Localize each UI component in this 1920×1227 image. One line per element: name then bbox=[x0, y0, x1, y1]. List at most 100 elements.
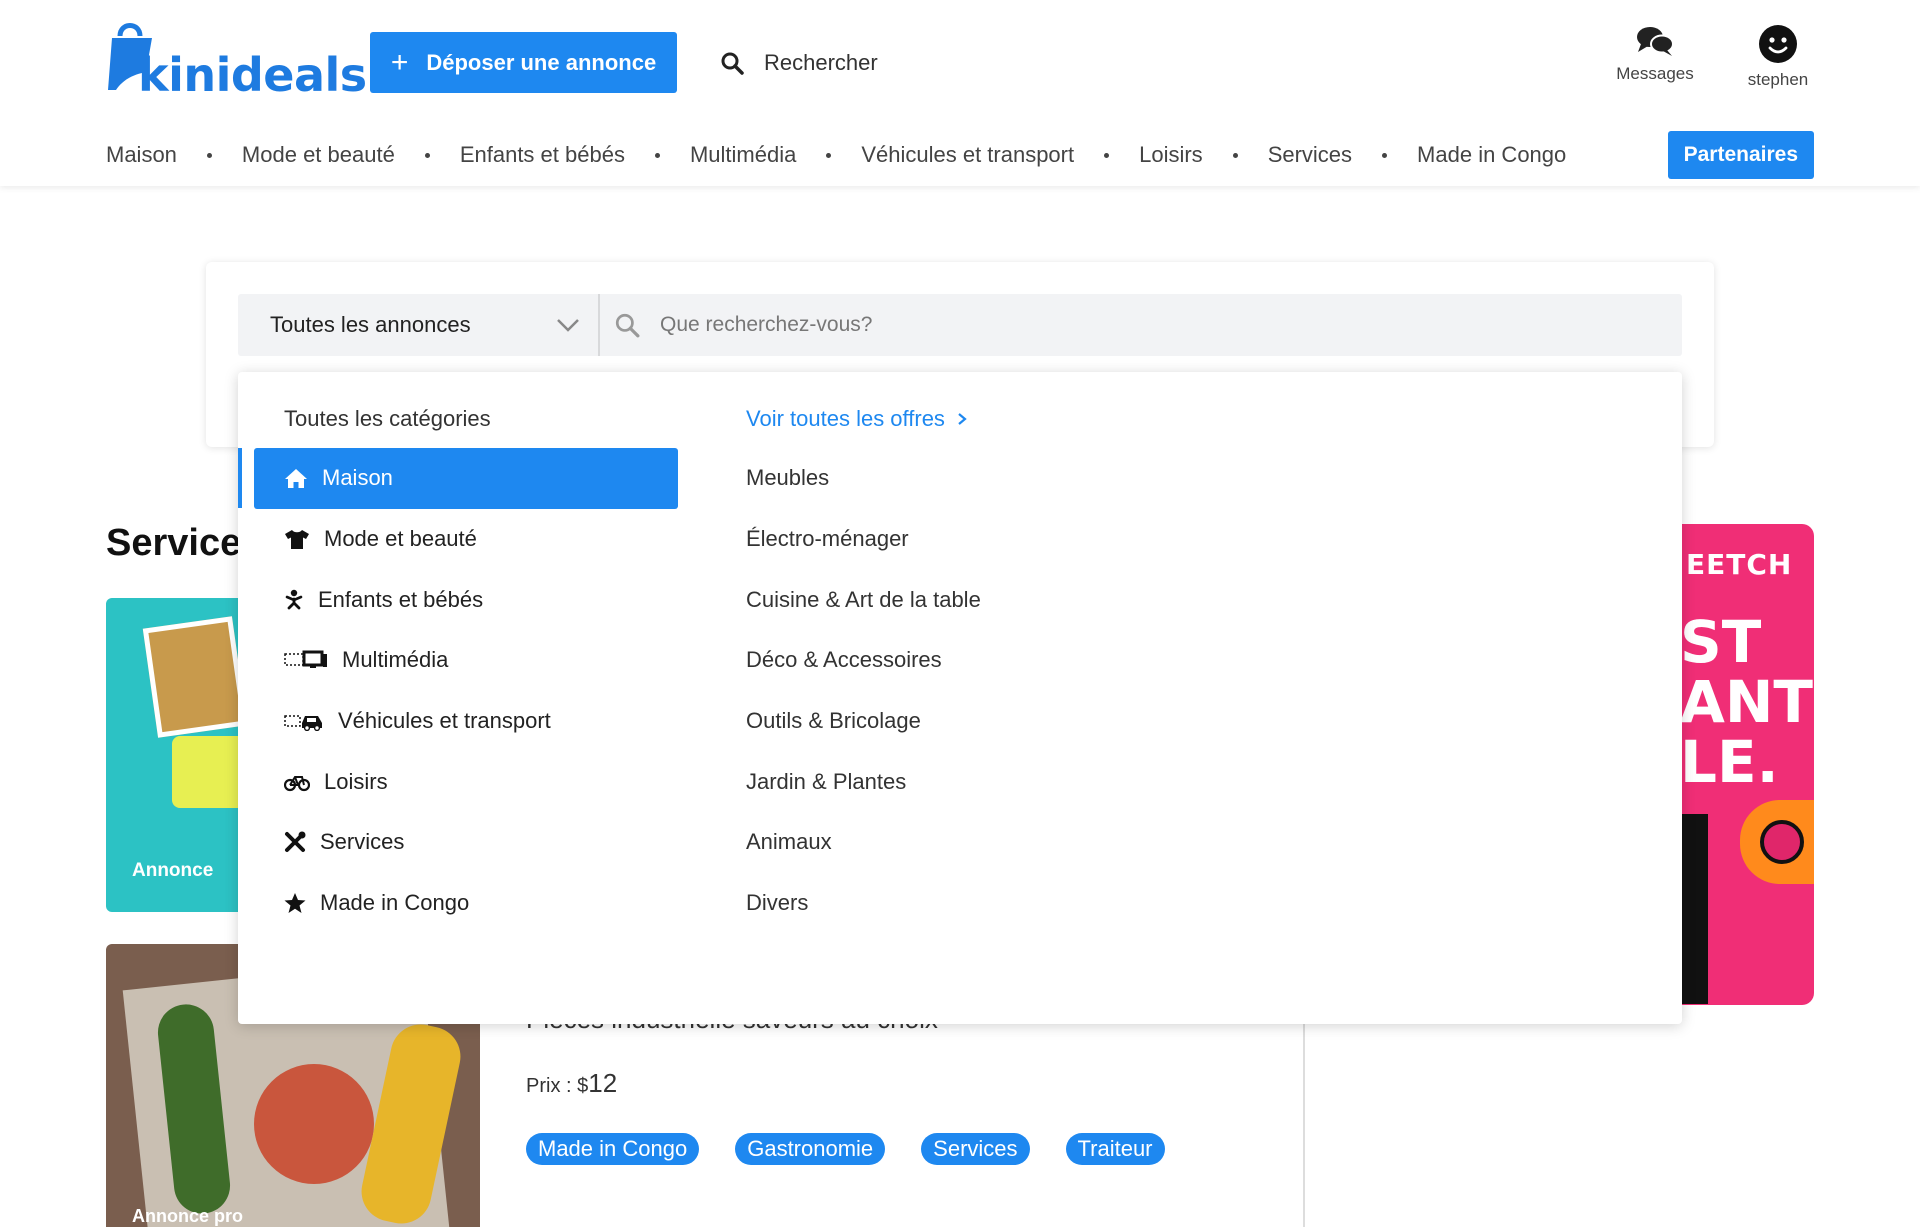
category-item-made-in-congo[interactable]: Made in Congo bbox=[254, 873, 678, 934]
tag-services[interactable]: Services bbox=[921, 1133, 1030, 1165]
subcategory-list: Meubles Électro-ménager Cuisine & Art de… bbox=[746, 448, 981, 934]
ad-wheel-graphic bbox=[1760, 820, 1804, 864]
all-categories-title: Toutes les catégories bbox=[284, 406, 491, 431]
nav-item-multimedia[interactable]: Multimédia bbox=[690, 142, 796, 168]
car-icon bbox=[284, 715, 322, 732]
see-all-label: Voir toutes les offres bbox=[746, 406, 945, 431]
subcategory-cuisine[interactable]: Cuisine & Art de la table bbox=[746, 569, 981, 630]
nav-item-loisirs[interactable]: Loisirs bbox=[1139, 142, 1203, 168]
subcategory-deco[interactable]: Déco & Accessoires bbox=[746, 630, 981, 691]
food-item bbox=[254, 1064, 374, 1184]
category-list: Maison Mode et beauté Enfants et bébés M… bbox=[254, 448, 678, 934]
listing-type-label: Annonce bbox=[132, 860, 214, 881]
nav-separator bbox=[826, 152, 832, 158]
category-item-loisirs[interactable]: Loisirs bbox=[254, 751, 678, 812]
user-menu[interactable]: stephen bbox=[1735, 24, 1821, 90]
category-label: Loisirs bbox=[324, 768, 388, 794]
category-dropdown: Toutes les catégories Maison Mode et bea… bbox=[238, 372, 1682, 1024]
nav-separator bbox=[206, 152, 212, 158]
ad-header-text: EETCH bbox=[1686, 548, 1793, 581]
nav-separator bbox=[424, 152, 430, 158]
category-item-services[interactable]: Services bbox=[254, 812, 678, 873]
category-label: Services bbox=[320, 829, 405, 855]
listing-type-label: Annonce pro bbox=[132, 1206, 243, 1226]
category-item-enfants-bebes[interactable]: Enfants et bébés bbox=[254, 569, 678, 630]
search-link-label: Rechercher bbox=[764, 50, 878, 75]
messages-label: Messages bbox=[1616, 64, 1694, 83]
site-logo[interactable]: kinideals bbox=[106, 16, 367, 102]
bicycle-icon bbox=[284, 775, 310, 791]
multimedia-icon bbox=[284, 650, 327, 669]
active-indicator bbox=[238, 448, 242, 508]
see-all-offers-link[interactable]: Voir toutes les offres bbox=[746, 406, 967, 432]
site-header: kinideals + Déposer une annonce Recherch… bbox=[0, 0, 1920, 186]
tag-made-in-congo[interactable]: Made in Congo bbox=[526, 1133, 700, 1165]
category-item-vehicules[interactable]: Véhicules et transport bbox=[254, 691, 678, 752]
nav-item-services[interactable]: Services bbox=[1268, 142, 1352, 168]
search-input[interactable] bbox=[660, 313, 1560, 337]
home-icon bbox=[285, 469, 307, 489]
tools-icon bbox=[285, 831, 306, 853]
subcategory-outils[interactable]: Outils & Bricolage bbox=[746, 691, 981, 752]
nav-item-made-in-congo[interactable]: Made in Congo bbox=[1417, 142, 1566, 168]
category-label: Made in Congo bbox=[320, 890, 470, 916]
star-icon bbox=[284, 893, 306, 914]
search-icon bbox=[615, 313, 640, 338]
user-name: stephen bbox=[1747, 70, 1809, 89]
smiley-avatar-icon bbox=[1759, 25, 1797, 63]
ad-headline-line: LE. bbox=[1680, 728, 1779, 796]
plus-icon: + bbox=[390, 45, 409, 79]
subcategory-jardin[interactable]: Jardin & Plantes bbox=[746, 751, 981, 812]
price-label: Prix : bbox=[526, 1075, 572, 1097]
category-item-multimedia[interactable]: Multimédia bbox=[254, 630, 678, 691]
post-ad-label: Déposer une annonce bbox=[426, 49, 657, 75]
nav-separator bbox=[654, 152, 660, 158]
listing-photo bbox=[142, 616, 246, 738]
search-bar: Toutes les annonces bbox=[238, 294, 1682, 356]
tag-gastronomie[interactable]: Gastronomie bbox=[735, 1133, 886, 1165]
listing-image[interactable]: Annonce bbox=[106, 598, 246, 912]
post-ad-button[interactable]: + Déposer une annonce bbox=[370, 32, 677, 93]
category-nav: Maison Mode et beauté Enfants et bébés M… bbox=[106, 130, 1814, 180]
tag-traiteur[interactable]: Traiteur bbox=[1065, 1133, 1165, 1165]
ad-headline: ST ANT LE. bbox=[1680, 612, 1813, 792]
ad-headline-line: ANT bbox=[1680, 668, 1813, 736]
search-field[interactable] bbox=[600, 294, 1682, 356]
ad-phone-graphic bbox=[1680, 814, 1708, 1004]
listing-price: Prix : $12 bbox=[526, 1068, 617, 1099]
nav-separator bbox=[1104, 152, 1110, 158]
subcategory-divers[interactable]: Divers bbox=[746, 873, 981, 934]
search-icon bbox=[721, 52, 744, 75]
section-title: Service bbox=[106, 522, 242, 564]
column-divider bbox=[1303, 1020, 1305, 1227]
nav-separator bbox=[1232, 152, 1238, 158]
chat-bubbles-icon bbox=[1637, 27, 1674, 56]
category-label: Multimédia bbox=[342, 647, 449, 673]
chevron-down-icon bbox=[557, 319, 579, 332]
nav-item-enfants-bebes[interactable]: Enfants et bébés bbox=[460, 142, 625, 168]
category-item-maison[interactable]: Maison bbox=[254, 448, 678, 509]
category-label: Mode et beauté bbox=[324, 526, 477, 552]
nav-item-vehicules[interactable]: Véhicules et transport bbox=[861, 142, 1074, 168]
subcategory-electro-menager[interactable]: Électro-ménager bbox=[746, 509, 981, 570]
nav-item-mode-beaute[interactable]: Mode et beauté bbox=[242, 142, 395, 168]
nav-separator bbox=[1382, 152, 1388, 158]
price-currency: $ bbox=[577, 1075, 589, 1097]
subcategory-animaux[interactable]: Animaux bbox=[746, 812, 981, 873]
baby-icon bbox=[285, 589, 303, 610]
subcategory-meubles[interactable]: Meubles bbox=[746, 448, 981, 509]
nav-item-maison[interactable]: Maison bbox=[106, 142, 177, 168]
ad-headline-line: ST bbox=[1680, 608, 1762, 676]
logo-text: kinideals bbox=[138, 48, 367, 102]
tshirt-icon bbox=[285, 530, 309, 550]
category-item-mode-beaute[interactable]: Mode et beauté bbox=[254, 509, 678, 570]
category-select[interactable]: Toutes les annonces bbox=[238, 294, 600, 356]
category-select-value: Toutes les annonces bbox=[270, 312, 471, 337]
messages-button[interactable]: Messages bbox=[1610, 24, 1700, 84]
partners-button[interactable]: Partenaires bbox=[1667, 131, 1814, 179]
category-label: Véhicules et transport bbox=[338, 708, 551, 734]
category-label: Maison bbox=[322, 465, 393, 491]
listing-badge bbox=[172, 736, 246, 808]
price-value: 12 bbox=[588, 1068, 618, 1098]
search-link[interactable]: Rechercher bbox=[720, 45, 878, 81]
